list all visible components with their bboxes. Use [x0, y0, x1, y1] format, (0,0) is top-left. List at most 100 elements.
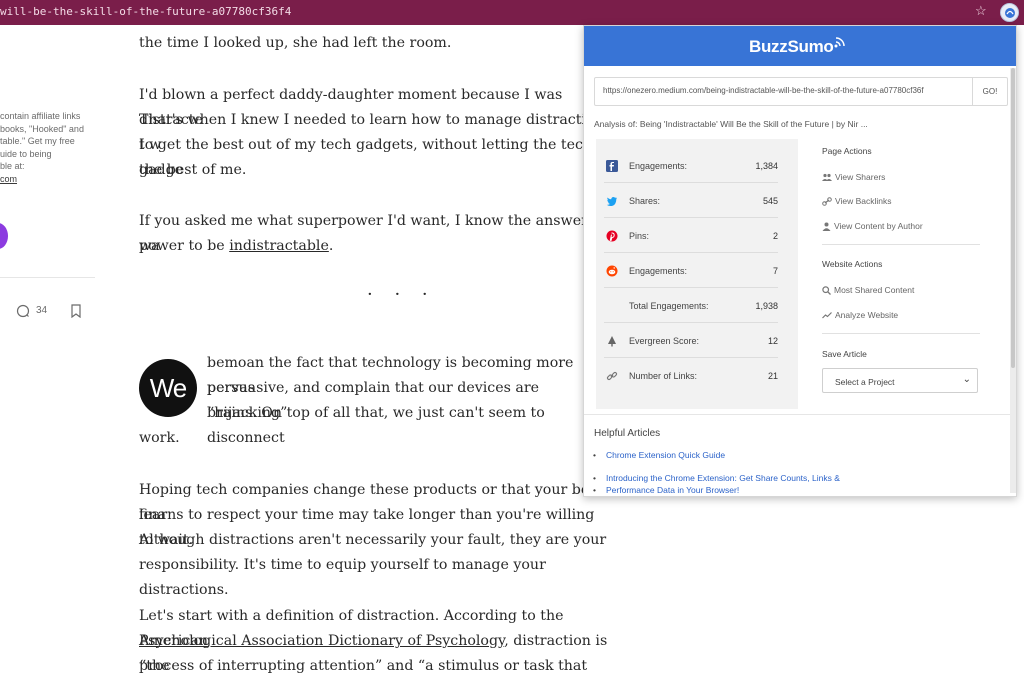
stat-row: Number of Links: 21	[604, 359, 778, 393]
paragraph-line: work.	[139, 430, 180, 446]
sidebar-text-line: uide to being	[0, 148, 52, 159]
stat-row: Engagements: 1,384	[604, 149, 778, 183]
stat-value: 1,384	[755, 161, 778, 171]
view-sharers-link[interactable]: View Sharers	[822, 172, 885, 182]
page-actions-title: Page Actions	[822, 146, 872, 156]
drop-cap-badge: We	[139, 359, 197, 417]
paragraph: the time I looked up, she had left the r…	[139, 35, 452, 51]
sidebar-link[interactable]: com	[0, 173, 100, 186]
user-icon	[822, 222, 831, 231]
text-run: .	[328, 238, 334, 254]
paragraph-line: process of interrupting attention” and “…	[139, 658, 588, 674]
sidebar-text-line: ble at:	[0, 161, 25, 171]
users-icon	[822, 173, 832, 181]
facebook-icon	[606, 160, 618, 172]
trend-icon	[822, 312, 832, 319]
comment-count: 34	[36, 304, 48, 316]
link-text: Chrome Extension Quick Guide	[606, 450, 726, 460]
signal-icon	[834, 37, 845, 48]
follow-button[interactable]	[0, 223, 8, 249]
scrollbar-thumb[interactable]	[1011, 68, 1015, 368]
stat-value: 12	[767, 336, 778, 346]
stat-label: Engagements:	[629, 161, 688, 171]
url-input[interactable]: https://onezero.medium.com/being-indistr…	[603, 86, 973, 95]
chevron-down-icon: ⌄	[962, 374, 971, 385]
logo-text: BuzzSumo	[749, 37, 834, 56]
helpful-article-link[interactable]: Chrome Extension Quick Guide	[593, 449, 726, 461]
comments-button[interactable]: 34	[16, 304, 47, 318]
paragraph-line: the best of me.	[139, 162, 247, 178]
bookmark-icon[interactable]	[70, 304, 82, 318]
comment-icon	[16, 304, 30, 318]
go-button[interactable]: GO!	[972, 78, 1007, 105]
view-backlinks-link[interactable]: View Backlinks	[822, 196, 892, 206]
analyze-website-link[interactable]: Analyze Website	[822, 310, 898, 320]
stat-label: Evergreen Score:	[629, 336, 700, 346]
most-shared-content-link[interactable]: Most Shared Content	[822, 285, 914, 295]
stat-row: Pins: 2	[604, 219, 778, 253]
action-label: Most Shared Content	[834, 285, 915, 295]
paragraph-line: power to be indistractable.	[139, 234, 609, 259]
sidebar-text-line: books, "Hooked" and	[0, 123, 84, 134]
action-label: View Content by Author	[834, 221, 923, 231]
buzzsumo-logo: BuzzSumo	[749, 37, 845, 57]
help-divider	[584, 414, 1016, 415]
stat-value: 21	[767, 371, 778, 381]
link-icon	[606, 371, 618, 381]
search-icon	[822, 285, 831, 295]
helpful-article-link[interactable]: Introducing the Chrome Extension: Get Sh…	[593, 472, 840, 484]
sidebar-text-line: table." Get my free	[0, 136, 75, 146]
helpful-article-link-continued[interactable]: Performance Data in Your Browser!	[593, 484, 740, 496]
stat-row: Evergreen Score: 12	[604, 324, 778, 358]
popup-header: BuzzSumo	[584, 26, 1016, 66]
bookmark-star-icon[interactable]: ☆	[975, 3, 987, 19]
reddit-icon	[606, 265, 618, 277]
section-separator: · · ·	[367, 284, 436, 305]
actions-divider	[822, 244, 980, 245]
stat-label: Total Engagements:	[629, 301, 709, 311]
browser-top-bar: will-be-the-skill-of-the-future-a07780cf…	[0, 0, 1024, 25]
stat-label: Number of Links:	[629, 371, 698, 381]
stat-label: Pins:	[629, 231, 650, 241]
paragraph-line: Although distractions aren't necessarily…	[139, 532, 607, 548]
stat-value: 2	[772, 231, 778, 241]
project-select[interactable]: Select a Project ⌄	[822, 368, 978, 393]
stat-label: Engagements:	[629, 266, 688, 276]
action-label: View Sharers	[835, 172, 886, 182]
url-input-row: https://onezero.medium.com/being-indistr…	[594, 77, 1008, 106]
pinterest-icon	[606, 230, 618, 242]
stats-panel: Engagements: 1,384 Shares: 545 Pins: 2 E…	[596, 139, 798, 409]
action-label: Analyze Website	[835, 310, 899, 320]
stat-value: 1,938	[755, 301, 778, 311]
website-actions-title: Website Actions	[822, 259, 883, 269]
select-value: Select a Project	[835, 377, 895, 387]
stat-value: 545	[762, 196, 778, 206]
analysis-title: Analysis of: Being 'Indistractable' Will…	[594, 119, 868, 129]
link-icon	[822, 196, 832, 206]
paragraph-line: responsibility. It's time to equip yours…	[139, 557, 546, 598]
buzzsumo-extension-icon[interactable]	[1000, 3, 1019, 22]
text-run: Let's start with a definition of distrac…	[139, 608, 564, 624]
text-run: power to be	[139, 238, 230, 254]
twitter-icon	[606, 197, 617, 206]
stat-label: Shares:	[629, 196, 661, 206]
buzzsumo-popup: BuzzSumo https://onezero.medium.com/bein…	[583, 25, 1017, 497]
view-content-by-author-link[interactable]: View Content by Author	[822, 221, 923, 231]
popup-scrollbar[interactable]	[1010, 68, 1016, 493]
author-sidebar: contain affiliate links books, "Hooked" …	[0, 110, 100, 318]
sidebar-text-line: contain affiliate links	[0, 111, 81, 121]
stat-row: Total Engagements: 1,938	[604, 289, 778, 323]
sidebar-divider	[0, 277, 95, 278]
helpful-articles-title: Helpful Articles	[594, 428, 661, 439]
indistractable-link[interactable]: indistractable	[229, 238, 329, 254]
link-text: Introducing the Chrome Extension: Get Sh…	[606, 473, 840, 483]
url-fragment[interactable]: will-be-the-skill-of-the-future-a07780cf…	[0, 5, 291, 18]
evergreen-icon	[608, 336, 616, 347]
action-label: View Backlinks	[835, 196, 892, 206]
save-article-title: Save Article	[822, 349, 867, 359]
actions-divider	[822, 333, 980, 334]
apa-dictionary-link[interactable]: Psychological Association Dictionary of …	[139, 633, 504, 649]
stat-value: 7	[772, 266, 778, 276]
stat-row: Shares: 545	[604, 184, 778, 218]
link-text: Performance Data in Your Browser!	[606, 485, 740, 495]
